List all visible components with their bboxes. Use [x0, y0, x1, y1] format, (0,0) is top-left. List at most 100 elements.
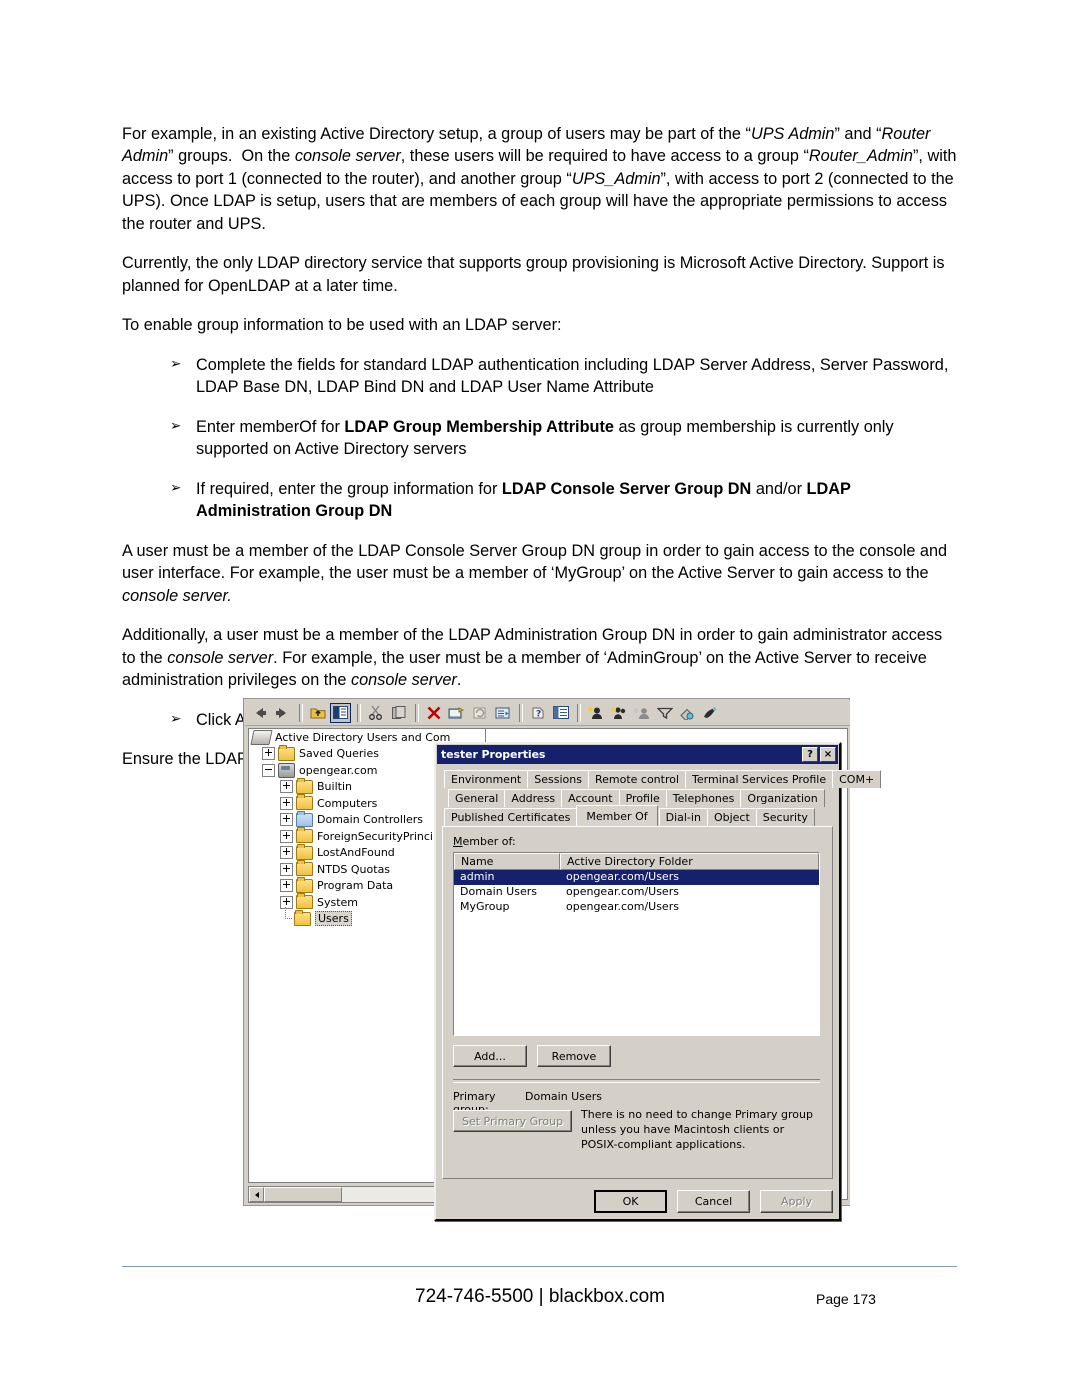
run: Enter memberOf for — [196, 417, 345, 436]
tab-environment[interactable]: Environment — [444, 770, 529, 788]
delete-icon[interactable] — [423, 703, 444, 723]
set-primary-group-row: Set Primary Group — [453, 1110, 582, 1132]
apply-button[interactable]: Apply — [760, 1190, 833, 1213]
scrollbar-thumb[interactable] — [264, 1187, 342, 1202]
properties-icon[interactable] — [446, 703, 467, 723]
cell-name: MyGroup — [460, 900, 510, 913]
console-icon[interactable] — [550, 703, 571, 723]
tab-sessions[interactable]: Sessions — [527, 770, 589, 788]
tab-dial-in[interactable]: Dial-in — [658, 808, 708, 826]
set-primary-group-button[interactable]: Set Primary Group — [453, 1110, 573, 1132]
dialog-footer-buttons: OK Cancel Apply — [584, 1190, 833, 1213]
column-header-name[interactable]: Name — [454, 853, 560, 870]
expand-plus-icon[interactable] — [280, 780, 293, 794]
add-button[interactable]: Add... — [453, 1045, 527, 1067]
up-one-level-icon[interactable] — [307, 703, 328, 723]
expand-plus-icon[interactable] — [280, 813, 293, 827]
tester-properties-dialog: tester Properties ? × Environment Sessio… — [434, 742, 882, 1221]
find-icon[interactable] — [677, 703, 698, 723]
cut-icon[interactable] — [365, 703, 386, 723]
tab-row-1: Environment Sessions Remote control Term… — [442, 769, 882, 788]
bullet-item: ➢ Enter memberOf for LDAP Group Membersh… — [122, 416, 960, 461]
expand-plus-icon[interactable] — [280, 796, 293, 810]
member-of-label: Member of: — [453, 835, 516, 848]
folder-icon — [296, 843, 313, 860]
action-icon[interactable] — [700, 703, 721, 723]
cancel-button[interactable]: Cancel — [677, 1190, 750, 1213]
refresh-icon[interactable] — [469, 703, 490, 723]
member-action-buttons: Add... Remove — [453, 1045, 621, 1067]
filter-icon[interactable] — [654, 703, 675, 723]
tab-object[interactable]: Object — [706, 808, 757, 826]
tree-connector-icon — [280, 907, 292, 924]
tab-organization[interactable]: Organization — [740, 789, 825, 807]
new-contact-icon[interactable] — [631, 703, 652, 723]
scroll-left-button[interactable] — [249, 1187, 264, 1202]
mmc-toolbar: ? — [245, 700, 850, 726]
tab-security[interactable]: Security — [755, 808, 815, 826]
help-button[interactable]: ? — [802, 747, 818, 762]
expand-plus-icon[interactable] — [280, 879, 293, 893]
forward-arrow-icon[interactable] — [272, 703, 293, 723]
run: ” and “ — [834, 125, 882, 143]
member-of-listbox[interactable]: Name Active Directory Folder admin openg… — [453, 852, 820, 1036]
table-row[interactable]: MyGroup opengear.com/Users — [454, 900, 819, 915]
toolbar-separator — [357, 703, 361, 722]
footer-contact: 724-746-5500 | blackbox.com — [415, 1286, 665, 1307]
run: , these users will be required to have a… — [400, 147, 809, 166]
tab-member-of[interactable]: Member Of — [576, 805, 658, 826]
tab-address[interactable]: Address — [504, 789, 563, 807]
member-of-accel: M — [453, 835, 463, 848]
column-header-active-directory-folder[interactable]: Active Directory Folder — [560, 853, 819, 870]
expand-plus-icon[interactable] — [280, 862, 293, 876]
tab-com-plus[interactable]: COM+ — [832, 770, 882, 788]
mmc-screenshot-figure: ? Active Directory Users and Com Saved Q… — [243, 698, 882, 1221]
run-italic: console server — [350, 671, 457, 690]
toolbar-separator — [299, 703, 303, 722]
tab-published-certificates[interactable]: Published Certificates — [444, 808, 578, 826]
cell-folder: opengear.com/Users — [566, 870, 679, 883]
tab-terminal-services-profile[interactable]: Terminal Services Profile — [685, 770, 834, 788]
dialog-title: tester Properties — [441, 748, 546, 761]
export-list-icon[interactable] — [492, 703, 513, 723]
folder-icon — [296, 893, 313, 910]
toolbar-separator — [519, 703, 523, 722]
expand-plus-icon[interactable] — [262, 747, 275, 761]
tree-node-label: Builtin — [317, 780, 352, 794]
ok-button[interactable]: OK — [594, 1190, 667, 1213]
bullet-marker-icon: ➢ — [170, 479, 182, 496]
run-italic: Router_Admin — [808, 147, 913, 166]
help-icon[interactable]: ? — [527, 703, 548, 723]
tree-node-label: Active Directory Users and Com — [275, 730, 451, 744]
table-row[interactable]: admin opengear.com/Users — [454, 870, 819, 885]
dialog-titlebar[interactable]: tester Properties ? × — [437, 745, 838, 764]
collapse-minus-icon[interactable] — [262, 763, 275, 777]
tab-row-3: Published Certificates Member Of Dial-in… — [442, 805, 833, 826]
show-hide-tree-icon[interactable] — [330, 702, 351, 723]
table-row[interactable]: Domain Users opengear.com/Users — [454, 885, 819, 900]
bullet-text: Enter memberOf for LDAP Group Membership… — [196, 416, 960, 461]
tab-general[interactable]: General — [448, 789, 506, 807]
copy-icon[interactable] — [388, 703, 409, 723]
tree-node-label: Users — [315, 911, 352, 927]
remove-button[interactable]: Remove — [537, 1045, 611, 1067]
expand-plus-icon[interactable] — [280, 829, 293, 843]
tree-node-label: NTDS Quotas — [317, 862, 391, 876]
folder-icon — [278, 744, 295, 761]
run: If required, enter the group information… — [196, 479, 502, 498]
footer-page-number: Page 173 — [816, 1291, 876, 1307]
close-icon[interactable]: × — [820, 747, 836, 762]
new-user-icon[interactable] — [585, 703, 606, 723]
cell-folder: opengear.com/Users — [566, 885, 679, 898]
tree-node-label: ForeignSecurityPrincipal — [317, 829, 450, 843]
new-group-icon[interactable] — [608, 703, 629, 723]
back-arrow-icon[interactable] — [249, 703, 270, 723]
run: and/or — [751, 479, 807, 498]
tab-remote-control[interactable]: Remote control — [587, 770, 687, 788]
folder-icon — [296, 876, 313, 893]
folder-icon — [296, 777, 313, 794]
tab-telephones[interactable]: Telephones — [665, 789, 742, 807]
tree-node-label: LostAndFound — [317, 846, 395, 860]
expand-plus-icon[interactable] — [280, 846, 293, 860]
tree-node-label: System — [317, 895, 359, 909]
